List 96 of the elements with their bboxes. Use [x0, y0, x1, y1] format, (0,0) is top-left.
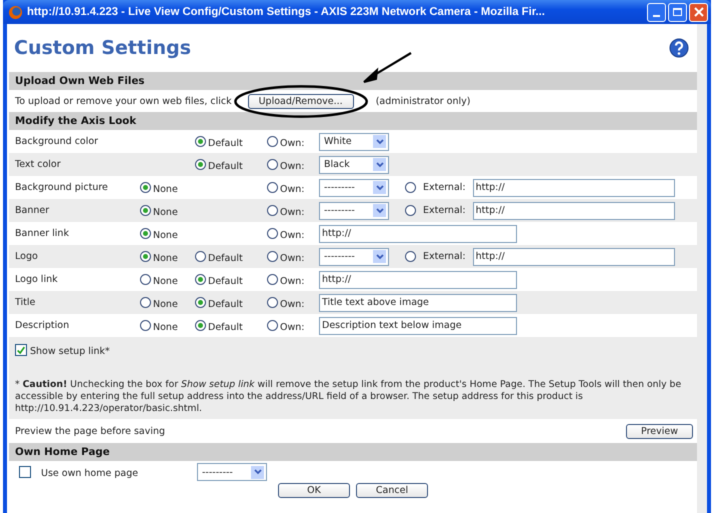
dropdown[interactable]: ---------	[319, 202, 389, 220]
minimize-button[interactable]	[647, 2, 666, 22]
maximize-button[interactable]	[668, 2, 687, 22]
setting-label: Background color	[15, 136, 100, 147]
radio-label: Own:	[280, 160, 304, 172]
radio-label: Own:	[280, 230, 304, 240]
radio-button[interactable]	[267, 228, 278, 239]
radio-button[interactable]	[267, 297, 278, 308]
radio-label: Default	[208, 252, 243, 264]
dropdown[interactable]: ---------	[197, 463, 267, 481]
radio-label: None	[153, 252, 178, 264]
radio-label: None	[153, 230, 178, 240]
radio-button[interactable]	[405, 205, 416, 216]
radio-label: Own:	[280, 276, 304, 286]
radio-button[interactable]	[267, 205, 278, 216]
text-field[interactable]: Title text above image	[319, 294, 517, 312]
close-icon	[694, 7, 704, 17]
radio-label: Own:	[280, 322, 304, 332]
radio-button[interactable]	[140, 251, 151, 262]
dialog-button[interactable]: OK	[278, 483, 350, 498]
radio-label: Default	[208, 298, 243, 310]
radio-button[interactable]	[195, 136, 206, 147]
dialog-button[interactable]: Cancel	[356, 483, 428, 498]
text-field[interactable]: http://	[472, 248, 675, 266]
radio-button[interactable]	[405, 251, 416, 262]
radio-label: Default	[208, 160, 243, 172]
radio-button[interactable]	[195, 159, 206, 170]
preview-instructions: Preview the page before saving	[15, 426, 166, 436]
preview-button[interactable]: Preview	[626, 424, 693, 438]
radio-button[interactable]	[140, 182, 151, 193]
radio-button[interactable]	[140, 320, 151, 331]
setting-label: Description	[15, 320, 70, 331]
upload-remove-button[interactable]: Upload/Remove...	[248, 94, 354, 108]
radio-label: None	[153, 276, 178, 286]
page-title: Custom Settings	[14, 37, 192, 59]
radio-label: None	[153, 322, 178, 332]
setting-label: Title	[15, 297, 36, 308]
browser-logo-icon	[8, 4, 23, 20]
checkbox-label: Use own home page	[41, 468, 140, 479]
radio-label: Own:	[280, 138, 304, 148]
radio-button[interactable]	[195, 297, 206, 308]
radio-button[interactable]	[267, 274, 278, 285]
text-field[interactable]: http://	[319, 270, 517, 288]
radio-label: Own:	[280, 184, 304, 194]
radio-label: Own:	[280, 298, 304, 310]
text-field[interactable]: http://	[319, 224, 517, 242]
radio-button[interactable]	[267, 159, 278, 170]
checkbox-label: Show setup link*	[30, 346, 110, 357]
radio-label: Default	[208, 138, 243, 148]
annotation-arrow	[361, 52, 413, 84]
radio-label: External:	[423, 251, 466, 262]
help-icon[interactable]	[669, 38, 689, 58]
setting-label: Logo link	[15, 274, 59, 285]
radio-button[interactable]	[267, 251, 278, 262]
radio-label: None	[153, 298, 178, 310]
checkbox[interactable]	[19, 466, 31, 478]
setting-label: Banner link	[15, 228, 70, 239]
radio-label: Own:	[280, 252, 304, 264]
radio-button[interactable]	[140, 274, 151, 285]
text-field[interactable]: Description text below image	[319, 316, 517, 334]
setting-label: Banner	[15, 205, 50, 216]
radio-button[interactable]	[267, 136, 278, 147]
radio-label: External:	[423, 205, 466, 216]
checkbox[interactable]	[15, 344, 27, 356]
text-field[interactable]: http://	[472, 178, 675, 196]
radio-button[interactable]	[140, 228, 151, 239]
radio-button[interactable]	[195, 274, 206, 285]
admin-note: (administrator only)	[376, 96, 470, 106]
setting-label: Text color	[15, 159, 62, 170]
radio-button[interactable]	[140, 205, 151, 216]
setting-label: Background picture	[15, 182, 109, 193]
section-header: Upload Own Web Files	[9, 72, 697, 90]
radio-button[interactable]	[405, 182, 416, 193]
radio-label: Default	[208, 276, 243, 286]
close-button[interactable]	[689, 2, 708, 22]
radio-button[interactable]	[195, 320, 206, 331]
caution-text: *Caution! Unchecking the box for Show setup link will remove the setup link from the product's Home Page. The Setup Tools will then only be accessible by entering the full setup address into the address/URL field of a browser. The setup address for this product is http://10.91.4.223/operator/basic.shtml.	[15, 379, 682, 415]
window-title: http://10.91.4.223 - Live View Config/Custom Settings - AXIS 223M Network Camera - Mozilla Fir...	[27, 6, 546, 18]
radio-button[interactable]	[267, 320, 278, 331]
upload-instructions: To upload or remove your own web files, click	[15, 96, 232, 106]
text-field[interactable]: http://	[472, 202, 675, 220]
dropdown[interactable]: ---------	[319, 248, 389, 266]
setting-label: Logo	[15, 251, 39, 262]
radio-button[interactable]	[267, 182, 278, 193]
radio-label: None	[153, 206, 178, 218]
radio-label: Own:	[280, 206, 304, 218]
radio-button[interactable]	[140, 297, 151, 308]
radio-label: External:	[423, 182, 466, 193]
section-header: Modify the Axis Look	[9, 112, 697, 130]
dropdown[interactable]: ---------	[319, 178, 389, 196]
radio-label: None	[153, 184, 178, 194]
radio-button[interactable]	[195, 251, 206, 262]
dropdown[interactable]: White	[319, 132, 389, 150]
dropdown[interactable]: Black	[319, 156, 389, 174]
section-header: Own Home Page	[9, 443, 697, 461]
radio-label: Default	[208, 322, 243, 332]
